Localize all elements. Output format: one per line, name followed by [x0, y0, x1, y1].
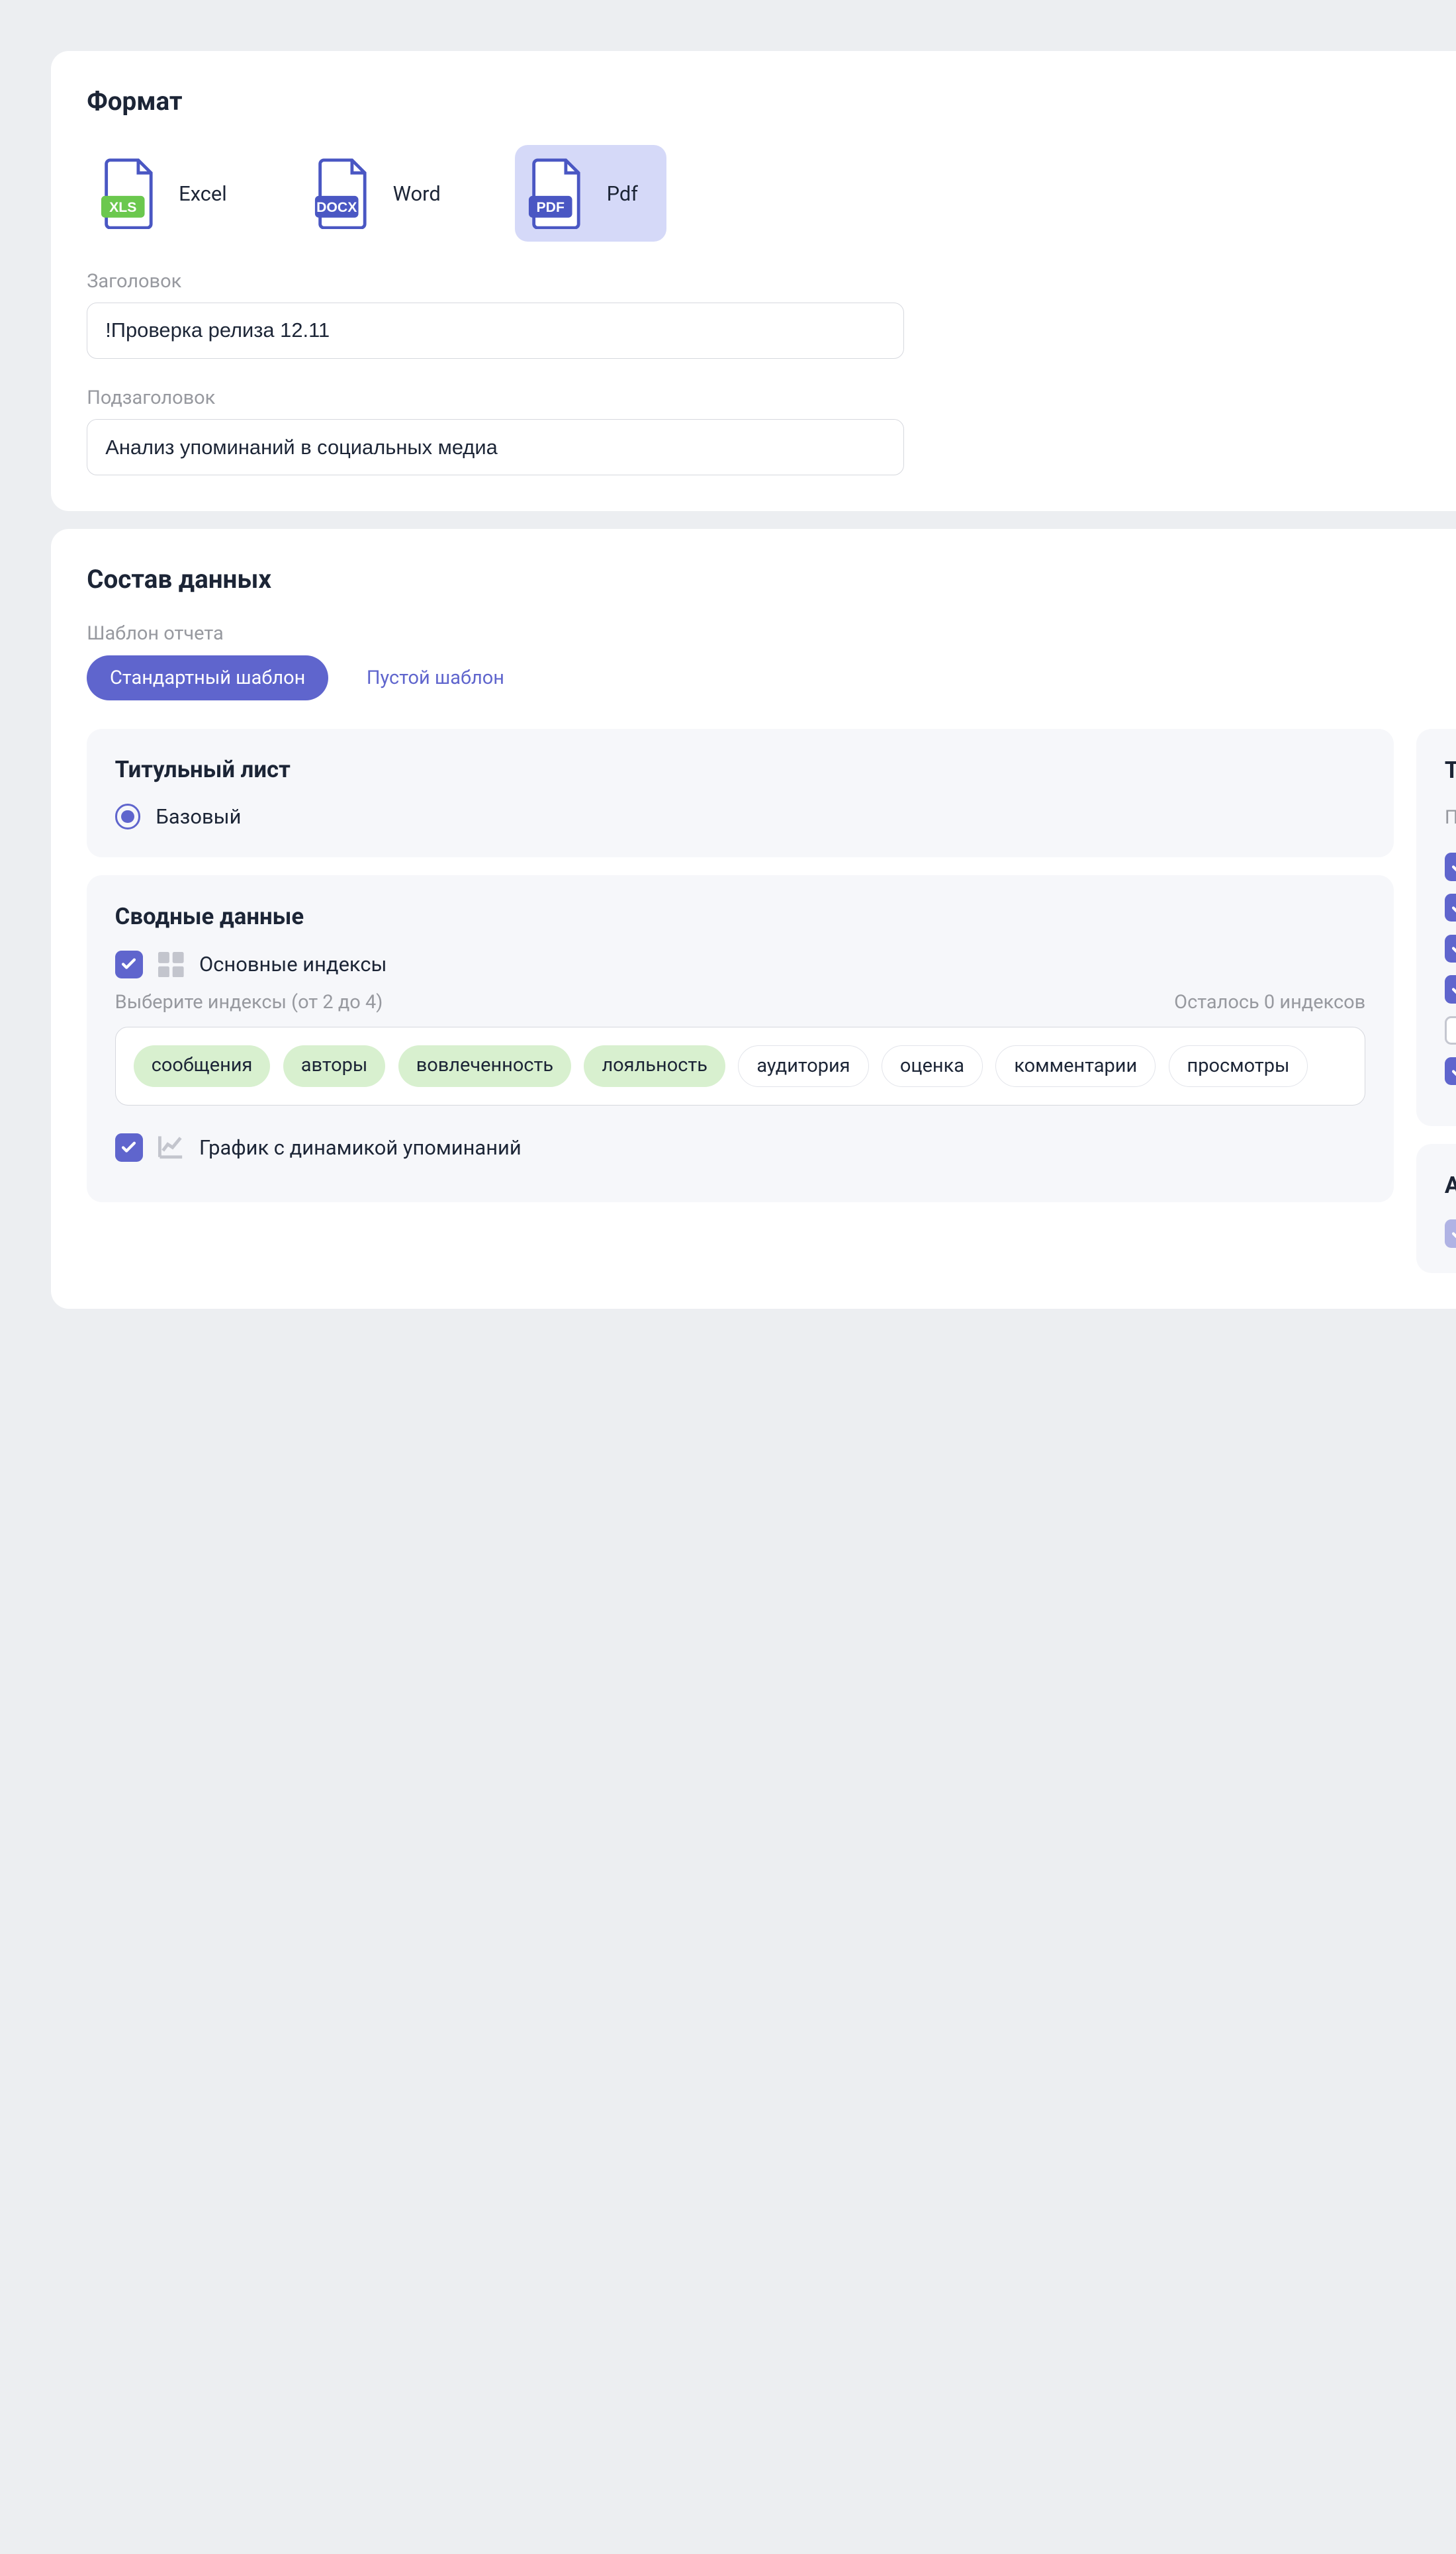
subtitle-field-label: Подзаголовок — [87, 387, 1456, 409]
checkbox-icon — [115, 951, 143, 978]
index-select-labels: Выберите индексы (от 2 до 4) Осталось 0 … — [115, 991, 1366, 1014]
svg-text:PDF: PDF — [536, 200, 564, 215]
title-page-panel: Титульный лист Базовый — [87, 729, 1393, 857]
tags-helper: По выбранному количеству тегов строятся … — [1445, 804, 1456, 832]
tags-items: Распределение по тегам Динамика по тегам… — [1445, 853, 1456, 1085]
aspects-panel: Аспекты топ-10 ▾ Тональность по аспектам — [1416, 1144, 1456, 1273]
checkbox-icon — [1445, 935, 1456, 963]
tags-panel: Теги топ-10 ▾ По выбранному количеству т… — [1416, 729, 1456, 1126]
checkbox-icon — [115, 1133, 143, 1161]
index-tags: сообщения авторы вовлеченность лояльность ау… — [115, 1027, 1366, 1106]
svg-text:XLS: XLS — [109, 200, 136, 215]
format-title: Формат — [87, 87, 1456, 117]
composition-title: Состав данных — [87, 565, 1456, 594]
checkbox-icon — [1445, 894, 1456, 922]
format-label: Word — [393, 181, 441, 206]
check-row[interactable]: Таблица по тегам, топ-10▾ — [1445, 1057, 1456, 1085]
tags-panel-title: Теги топ-10 ▾ — [1445, 757, 1456, 784]
composition-card: Состав данных Шаблон отчета Стандартный … — [51, 529, 1456, 1309]
index-tag[interactable]: оценка — [882, 1045, 983, 1087]
index-tag[interactable]: комментарии — [995, 1045, 1156, 1087]
title-page-title: Титульный лист — [115, 757, 1366, 783]
aspects-panel-title: Аспекты топ-10 ▾ — [1445, 1172, 1456, 1199]
checkbox-icon — [1445, 853, 1456, 880]
subtitle-input[interactable] — [87, 419, 904, 475]
format-option-word[interactable]: DOCX Word — [301, 145, 469, 242]
format-card: Формат XLS Excel DOCX Word PDF Pdf Загол… — [51, 51, 1456, 511]
aspects-title-text: Аспекты — [1445, 1172, 1456, 1199]
title-page-option: Базовый — [156, 804, 241, 829]
columns: Титульный лист Базовый Сводные данные Ос… — [87, 729, 1456, 1274]
template-pill[interactable]: Пустой шаблон — [343, 655, 527, 701]
line-chart-icon — [158, 1135, 184, 1160]
checkbox-icon — [1445, 1219, 1456, 1247]
file-docx-icon: DOCX — [314, 158, 375, 229]
check-row[interactable]: Динамика по тегам — [1445, 894, 1456, 922]
title-page-radio[interactable]: Базовый — [115, 804, 1366, 829]
checkbox-icon — [1445, 1016, 1456, 1044]
check-row[interactable]: Аудитория по тегам — [1445, 975, 1456, 1003]
remaining-indexes-label: Осталось 0 индексов — [1174, 991, 1365, 1014]
right-column: Теги топ-10 ▾ По выбранному количеству т… — [1416, 729, 1456, 1274]
index-tag[interactable]: аудитория — [738, 1045, 868, 1087]
file-pdf-icon: PDF — [527, 158, 589, 229]
check-row[interactable]: Тональность по аспектам — [1445, 1219, 1456, 1247]
select-indexes-label: Выберите индексы (от 2 до 4) — [115, 991, 383, 1014]
format-label: Excel — [179, 181, 227, 206]
svg-text:DOCX: DOCX — [316, 200, 357, 215]
file-xls-icon: XLS — [100, 158, 161, 229]
index-tag[interactable]: лояльность — [584, 1045, 725, 1087]
grid-icon — [158, 952, 184, 978]
main-indexes-row[interactable]: Основные индексы — [115, 951, 1366, 978]
title-field-label: Заголовок — [87, 270, 1456, 293]
format-option-pdf[interactable]: PDF Pdf — [515, 145, 666, 242]
checkbox-icon — [1445, 1057, 1456, 1085]
index-tag[interactable]: сообщения — [134, 1045, 271, 1087]
checkbox-icon — [1445, 975, 1456, 1003]
check-row[interactable]: Тональность по тегам — [1445, 935, 1456, 963]
dynamics-row[interactable]: График с динамикой упоминаний — [115, 1133, 1366, 1161]
index-tag[interactable]: просмотры — [1169, 1045, 1308, 1087]
index-tag[interactable]: авторы — [283, 1045, 386, 1087]
check-row[interactable]: Вовлеченность по тегам — [1445, 1016, 1456, 1044]
dynamics-label: График с динамикой упоминаний — [199, 1135, 522, 1160]
main-indexes-label: Основные индексы — [199, 952, 387, 976]
summary-panel: Сводные данные Основные индексы Выберите… — [87, 875, 1393, 1202]
check-row[interactable]: Распределение по тегам — [1445, 853, 1456, 880]
radio-icon — [115, 804, 141, 829]
tags-title-text: Теги — [1445, 757, 1456, 784]
template-pill[interactable]: Стандартный шаблон — [87, 655, 328, 701]
template-label: Шаблон отчета — [87, 622, 1456, 645]
index-tag[interactable]: вовлеченность — [398, 1045, 571, 1087]
title-input[interactable] — [87, 303, 904, 358]
format-options: XLS Excel DOCX Word PDF Pdf — [87, 145, 1456, 242]
left-column: Титульный лист Базовый Сводные данные Ос… — [87, 729, 1393, 1274]
format-label: Pdf — [607, 181, 638, 206]
template-pills: Стандартный шаблон Пустой шаблон — [87, 655, 1456, 701]
aspects-items: Тональность по аспектам — [1445, 1219, 1456, 1247]
format-option-excel[interactable]: XLS Excel — [87, 145, 255, 242]
summary-title: Сводные данные — [115, 904, 1366, 930]
